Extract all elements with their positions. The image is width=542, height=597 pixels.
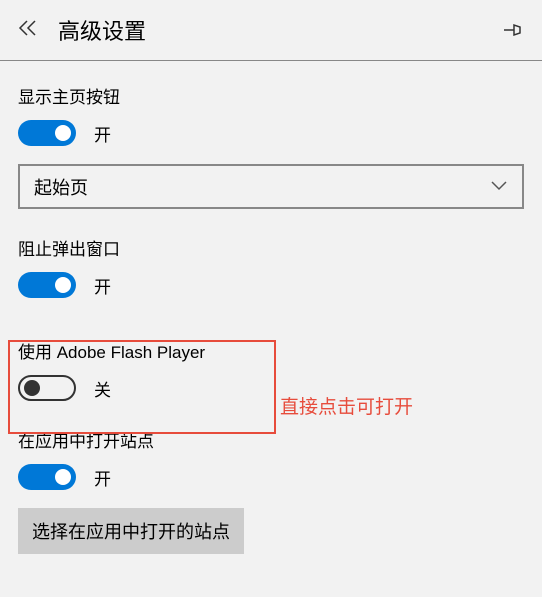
popup-block-toggle[interactable] xyxy=(18,272,76,298)
toggle-knob xyxy=(55,469,71,485)
open-in-app-state: 开 xyxy=(94,465,111,490)
toggle-knob xyxy=(55,125,71,141)
home-button-label: 显示主页按钮 xyxy=(18,83,524,108)
popup-block-state: 开 xyxy=(94,273,111,298)
popup-block-label: 阻止弹出窗口 xyxy=(18,235,524,260)
pin-icon[interactable] xyxy=(502,20,524,45)
flash-label: 使用 Adobe Flash Player xyxy=(18,338,524,363)
toggle-knob xyxy=(55,277,71,293)
back-button[interactable] xyxy=(18,19,40,42)
flash-setting: 使用 Adobe Flash Player 关 xyxy=(18,338,524,401)
open-in-app-toggle-row: 开 xyxy=(18,464,524,490)
settings-content: 显示主页按钮 开 起始页 阻止弹出窗口 开 使用 Adobe Flash Pla… xyxy=(0,61,542,554)
choose-sites-button[interactable]: 选择在应用中打开的站点 xyxy=(18,508,244,554)
open-in-app-label: 在应用中打开站点 xyxy=(18,427,524,452)
start-page-dropdown[interactable]: 起始页 xyxy=(18,164,524,209)
open-in-app-toggle[interactable] xyxy=(18,464,76,490)
home-button-toggle[interactable] xyxy=(18,120,76,146)
home-button-state: 开 xyxy=(94,121,111,146)
popup-block-toggle-row: 开 xyxy=(18,272,524,298)
popup-block-setting: 阻止弹出窗口 开 xyxy=(18,235,524,298)
settings-header: 高级设置 xyxy=(0,0,542,60)
flash-toggle-row: 关 xyxy=(18,375,524,401)
flash-toggle[interactable] xyxy=(18,375,76,401)
dropdown-selected: 起始页 xyxy=(34,174,88,200)
home-button-toggle-row: 开 xyxy=(18,120,524,146)
toggle-knob xyxy=(24,380,40,396)
page-title: 高级设置 xyxy=(58,14,146,46)
annotation-text: 直接点击可打开 xyxy=(280,392,413,419)
open-in-app-setting: 在应用中打开站点 开 xyxy=(18,427,524,490)
chevron-down-icon xyxy=(490,178,508,196)
home-button-setting: 显示主页按钮 开 起始页 xyxy=(18,83,524,209)
flash-state: 关 xyxy=(94,376,111,401)
